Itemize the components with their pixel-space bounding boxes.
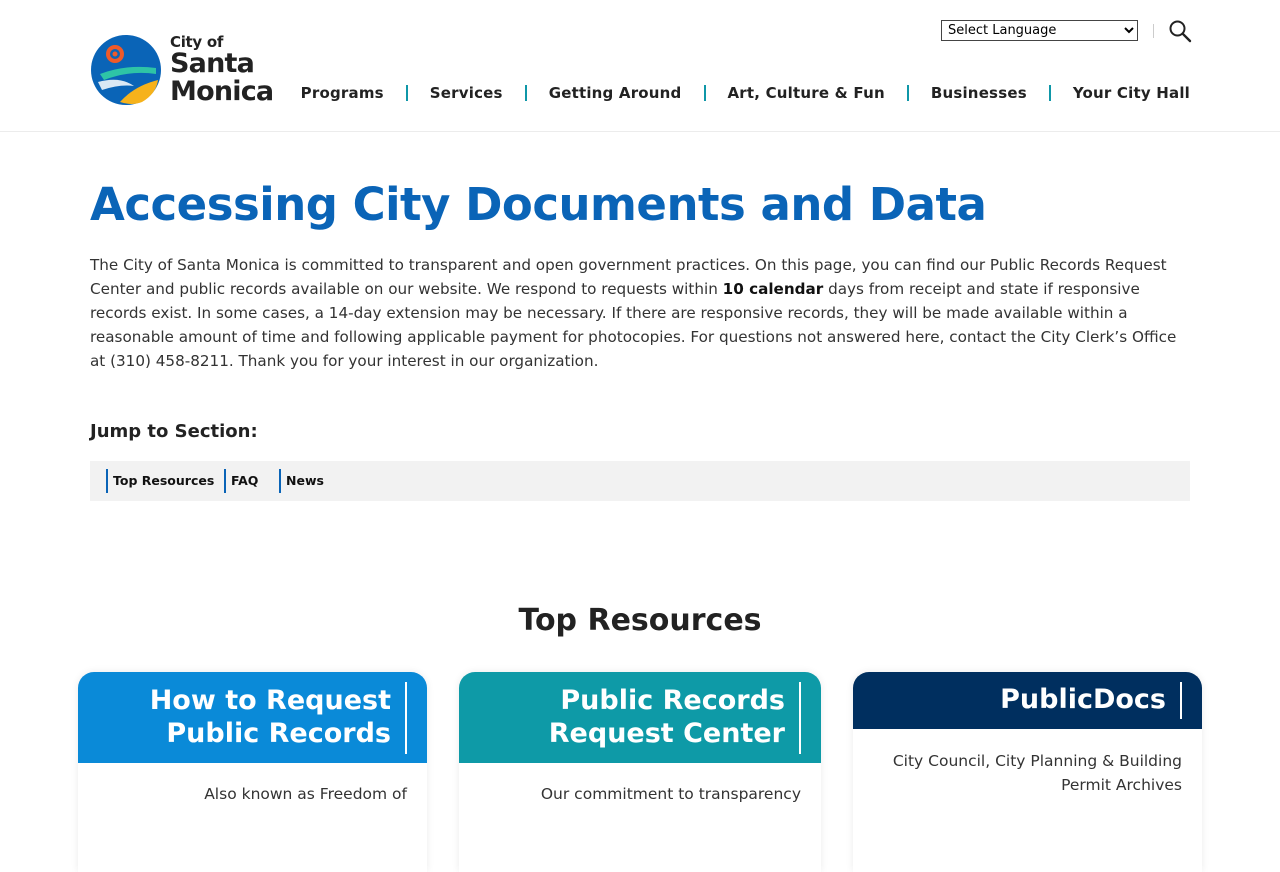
search-icon <box>1169 20 1192 43</box>
site-logo[interactable]: City of Santa Monica <box>90 34 274 107</box>
jump-link-news[interactable]: News <box>279 469 324 493</box>
jump-to-section-bar: Top Resources FAQ News <box>90 461 1190 501</box>
card-accent-bar <box>1180 682 1182 719</box>
jump-link-top-resources[interactable]: Top Resources <box>106 469 214 493</box>
card-title-line2: Request Center <box>548 718 785 749</box>
santa-monica-logo-icon <box>91 35 161 105</box>
nav-getting-around[interactable]: Getting Around <box>549 84 682 102</box>
nav-separator <box>703 85 706 101</box>
logo-text: City of Santa Monica <box>170 34 274 107</box>
nav-your-city-hall[interactable]: Your City Hall <box>1073 84 1190 102</box>
nav-separator <box>1048 85 1051 101</box>
search-button[interactable] <box>1168 19 1192 43</box>
language-select[interactable]: Select Language <box>941 20 1138 41</box>
card-title-line1: How to Request <box>149 685 391 716</box>
card-publicdocs: PublicDocs City Council, City Planning &… <box>853 672 1202 872</box>
card-how-to-request-desc: Also known as Freedom of <box>204 785 407 803</box>
nav-art-culture-fun[interactable]: Art, Culture & Fun <box>728 84 885 102</box>
top-resources-heading: Top Resources <box>518 603 762 638</box>
intro-bold-text: 10 calendar <box>722 280 824 298</box>
header-divider <box>1153 24 1154 38</box>
nav-services[interactable]: Services <box>430 84 503 102</box>
nav-separator <box>405 85 408 101</box>
card-request-center-title: Public Records Request Center <box>549 684 785 750</box>
jump-link-faq[interactable]: FAQ <box>224 469 258 493</box>
card-publicdocs-title: PublicDocs <box>1000 684 1166 715</box>
card-request-center: Public Records Request Center Our commit… <box>459 672 821 872</box>
card-title-line2: Public Records <box>166 718 391 749</box>
nav-businesses[interactable]: Businesses <box>931 84 1027 102</box>
intro-paragraph: The City of Santa Monica is committed to… <box>90 253 1190 373</box>
card-how-to-request-title: How to Request Public Records <box>150 684 391 750</box>
card-publicdocs-header[interactable]: PublicDocs <box>853 672 1202 729</box>
card-accent-bar <box>405 682 407 754</box>
page-title: Accessing City Documents and Data <box>90 178 987 231</box>
logo-line2: Santa <box>170 47 255 79</box>
card-request-center-header[interactable]: Public Records Request Center <box>459 672 821 763</box>
nav-separator <box>906 85 909 101</box>
card-title-line1: Public Records <box>560 685 785 716</box>
jump-to-section-label: Jump to Section: <box>90 421 258 442</box>
main-nav: Programs Services Getting Around Art, Cu… <box>301 84 1190 102</box>
card-desc-line2: Permit Archives <box>1061 776 1182 794</box>
card-accent-bar <box>799 682 801 754</box>
logo-line3: Monica <box>170 75 274 107</box>
card-how-to-request: How to Request Public Records Also known… <box>78 672 427 872</box>
card-publicdocs-desc: City Council, City Planning & Building P… <box>893 749 1182 797</box>
card-request-center-desc: Our commitment to transparency <box>540 785 801 803</box>
nav-separator <box>524 85 527 101</box>
site-header: City of Santa Monica Select Language Pro… <box>0 0 1280 132</box>
card-desc-line1: City Council, City Planning & Building <box>892 752 1182 770</box>
nav-programs[interactable]: Programs <box>301 84 384 102</box>
card-how-to-request-header[interactable]: How to Request Public Records <box>78 672 427 763</box>
